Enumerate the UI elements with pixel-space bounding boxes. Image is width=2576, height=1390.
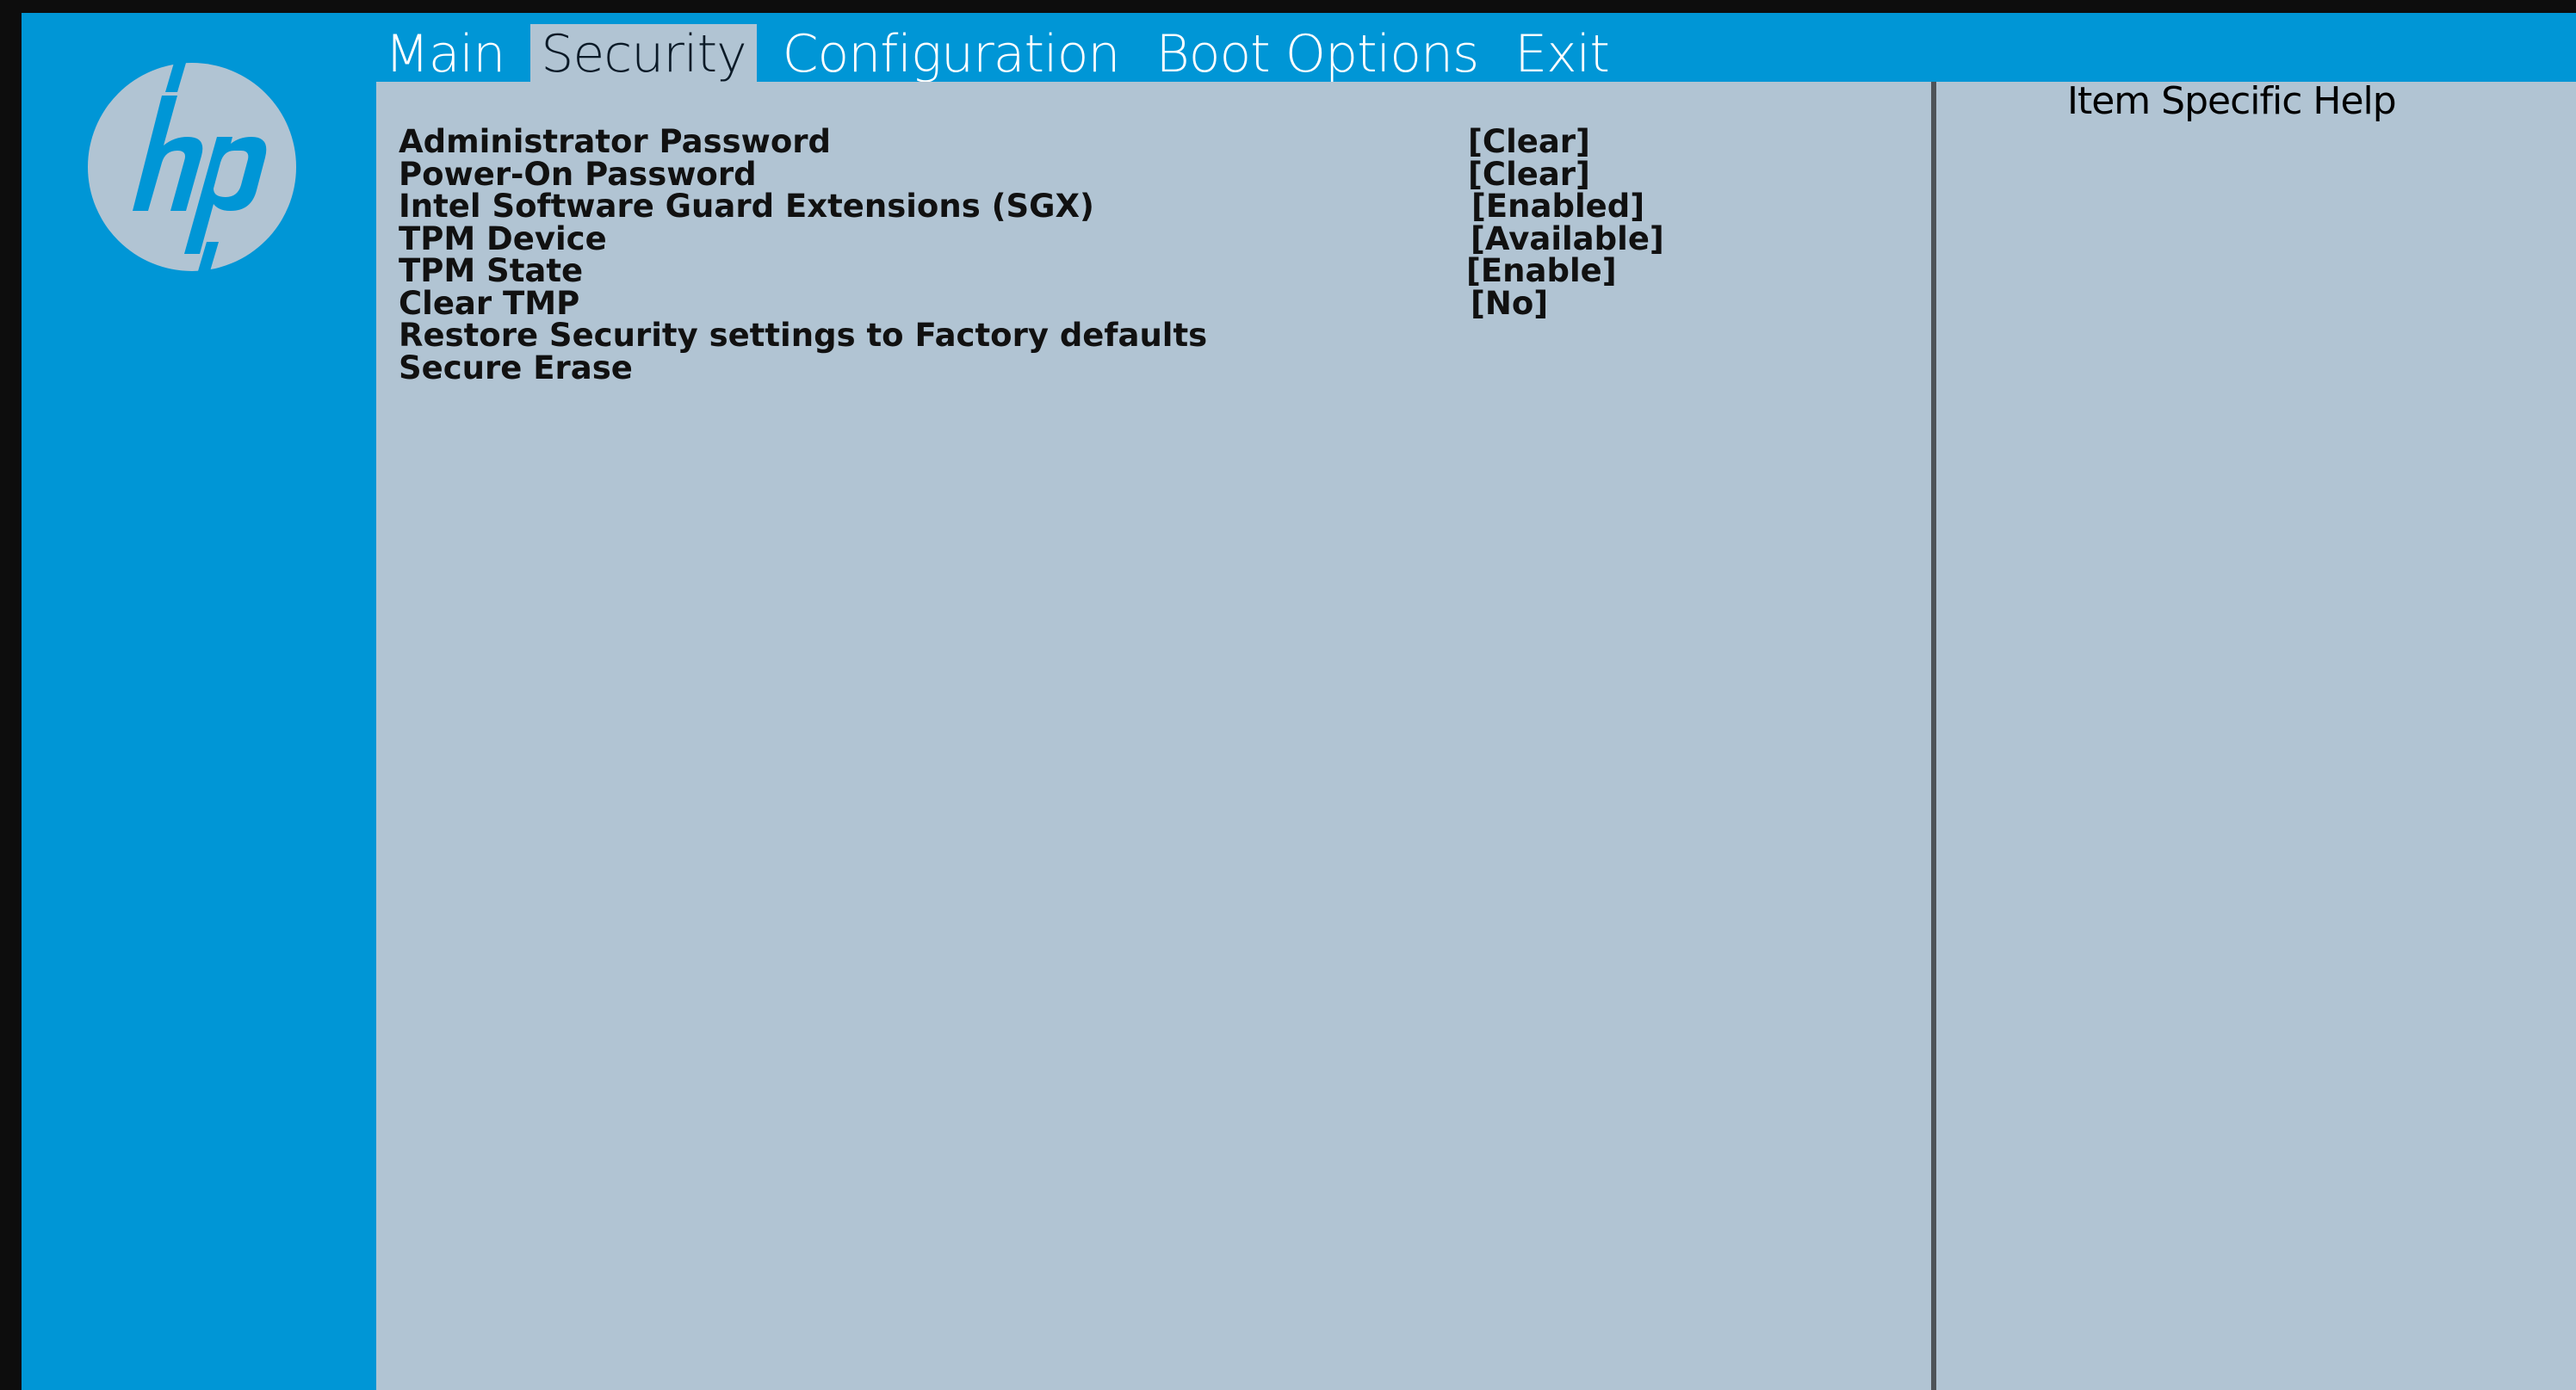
setting-secure-erase[interactable]: Secure Erase	[399, 352, 1690, 385]
top-menu-bar: Main Security Configuration Boot Options…	[375, 24, 1635, 84]
setting-label: Secure Erase	[399, 349, 633, 386]
tab-security[interactable]: Security	[530, 24, 757, 84]
setting-value[interactable]: [No]	[1471, 287, 1548, 319]
tab-exit[interactable]: Exit	[1504, 24, 1619, 84]
setting-tpm-device[interactable]: TPM Device [Available]	[399, 223, 1690, 256]
setting-value[interactable]: [Enable]	[1466, 255, 1617, 287]
setting-value[interactable]: [Clear]	[1468, 158, 1590, 190]
setting-clear-tmp[interactable]: Clear TMP [No]	[399, 287, 1690, 320]
setting-administrator-password[interactable]: Administrator Password [Clear]	[399, 126, 1690, 158]
setting-value[interactable]: [Available]	[1471, 223, 1664, 255]
setting-label: Intel Software Guard Extensions (SGX)	[399, 188, 1094, 225]
tab-boot-options[interactable]: Boot Options	[1145, 24, 1489, 84]
setting-label: TPM State	[399, 252, 584, 289]
setting-label: Power-On Password	[399, 155, 757, 193]
settings-list: Administrator Password [Clear] Power-On …	[399, 126, 1690, 384]
setting-tpm-state[interactable]: TPM State [Enable]	[399, 255, 1690, 287]
setting-value[interactable]: [Clear]	[1468, 126, 1590, 158]
setting-label: Administrator Password	[399, 123, 832, 160]
help-title: Item Specific Help	[2067, 79, 2397, 123]
setting-value[interactable]: [Enabled]	[1471, 190, 1644, 222]
setting-label: Restore Security settings to Factory def…	[399, 317, 1208, 354]
setting-label: Clear TMP	[399, 284, 580, 322]
hp-logo-icon	[88, 63, 296, 271]
setting-label: TPM Device	[399, 219, 607, 257]
tab-configuration[interactable]: Configuration	[772, 24, 1130, 84]
setting-power-on-password[interactable]: Power-On Password [Clear]	[399, 158, 1690, 191]
help-panel: Item Specific Help	[1936, 79, 2576, 1390]
tab-main[interactable]: Main	[375, 24, 515, 84]
setting-restore-security-defaults[interactable]: Restore Security settings to Factory def…	[399, 319, 1690, 352]
setting-intel-sgx[interactable]: Intel Software Guard Extensions (SGX) [E…	[399, 190, 1690, 223]
